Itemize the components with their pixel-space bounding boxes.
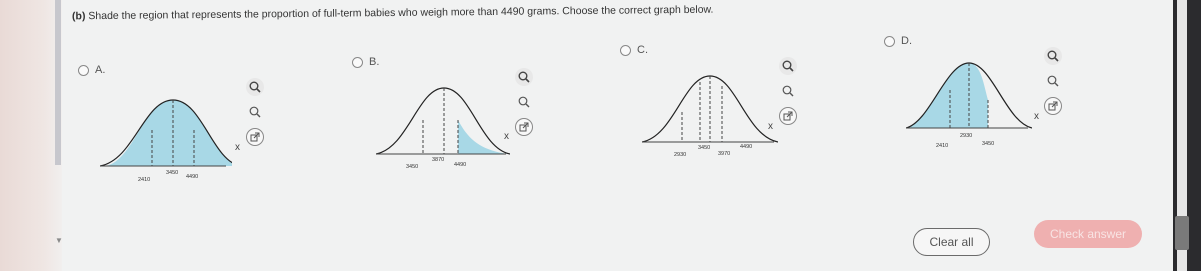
zoom-in-icon[interactable]	[779, 57, 797, 75]
graph-c-tick-3: 3970	[718, 151, 730, 157]
radio-icon[interactable]	[352, 56, 363, 68]
radio-icon[interactable]	[884, 35, 895, 47]
zoom-in-icon[interactable]	[246, 78, 264, 96]
graph-d-tick-3: 3450	[982, 141, 994, 147]
graph-a: 2410 3450 4490	[100, 99, 232, 183]
zoom-out-icon[interactable]	[246, 103, 264, 121]
check-answer-button[interactable]: Check answer	[1034, 220, 1142, 248]
right-scrollbar[interactable]	[1173, 0, 1201, 271]
graph-a-shade	[106, 100, 232, 166]
graph-c-tick-2: 3450	[698, 145, 710, 151]
option-b-label: B.	[369, 56, 380, 68]
zoom-in-icon[interactable]	[1044, 47, 1062, 65]
graph-b-tools	[515, 68, 535, 143]
graph-c-x-label: x	[768, 121, 773, 132]
left-panel-edge: ▼	[0, 0, 63, 271]
zoom-out-icon[interactable]	[515, 93, 533, 111]
option-a-label: A.	[95, 64, 106, 76]
scrollbar-thumb[interactable]	[1175, 216, 1189, 250]
graph-a-tick-1: 2410	[138, 177, 150, 183]
question-part: (b)	[71, 10, 86, 23]
option-a[interactable]: A.	[78, 64, 105, 76]
graph-b-tick-2: 3870	[432, 157, 444, 163]
external-link-icon[interactable]	[779, 107, 797, 125]
graph-d-x-label: x	[1034, 111, 1039, 122]
graph-c-tools	[779, 57, 799, 132]
graph-a-x-label: x	[235, 142, 240, 153]
question-text: (b) Shade the region that represents the…	[72, 4, 714, 23]
graph-b: 3450 3870 4490	[376, 87, 510, 170]
option-d-label: D.	[901, 35, 912, 47]
graph-a-tick-3: 4490	[186, 174, 198, 180]
graph-d: 2410 2930 3450	[906, 62, 1032, 149]
graph-a-tools	[246, 78, 266, 153]
external-link-icon[interactable]	[1044, 97, 1062, 115]
expand-arrow-icon[interactable]: ▼	[55, 236, 63, 245]
graph-c-tick-1: 2930	[674, 152, 686, 158]
graph-b-shade	[458, 120, 508, 154]
graph-b-tick-3: 4490	[454, 162, 466, 168]
left-scroll-stripe	[55, 0, 61, 165]
graph-b-curve	[376, 87, 510, 155]
radio-icon[interactable]	[78, 64, 89, 76]
external-link-icon[interactable]	[515, 118, 533, 136]
clear-all-button[interactable]: Clear all	[913, 228, 990, 256]
graph-c-tick-4: 4490	[740, 144, 752, 150]
graph-c: 2930 3450 3970 4490	[642, 75, 778, 158]
graph-d-tick-1: 2410	[936, 143, 948, 149]
external-link-icon[interactable]	[246, 128, 264, 146]
question-body: Shade the region that represents the pro…	[88, 3, 714, 23]
zoom-in-icon[interactable]	[515, 68, 533, 86]
zoom-out-icon[interactable]	[1044, 72, 1062, 90]
option-b[interactable]: B.	[352, 56, 379, 68]
graph-d-shade	[906, 63, 988, 128]
graph-b-x-label: x	[504, 131, 509, 142]
radio-icon[interactable]	[620, 44, 631, 56]
zoom-out-icon[interactable]	[779, 82, 797, 100]
option-c-label: C.	[637, 44, 648, 56]
graph-d-tools	[1044, 47, 1064, 122]
graph-b-tick-1: 3450	[406, 164, 418, 170]
graph-d-tick-2: 2930	[960, 133, 972, 139]
option-c[interactable]: C.	[620, 44, 648, 56]
option-d[interactable]: D.	[884, 35, 912, 47]
graph-a-tick-2: 3450	[166, 170, 178, 176]
